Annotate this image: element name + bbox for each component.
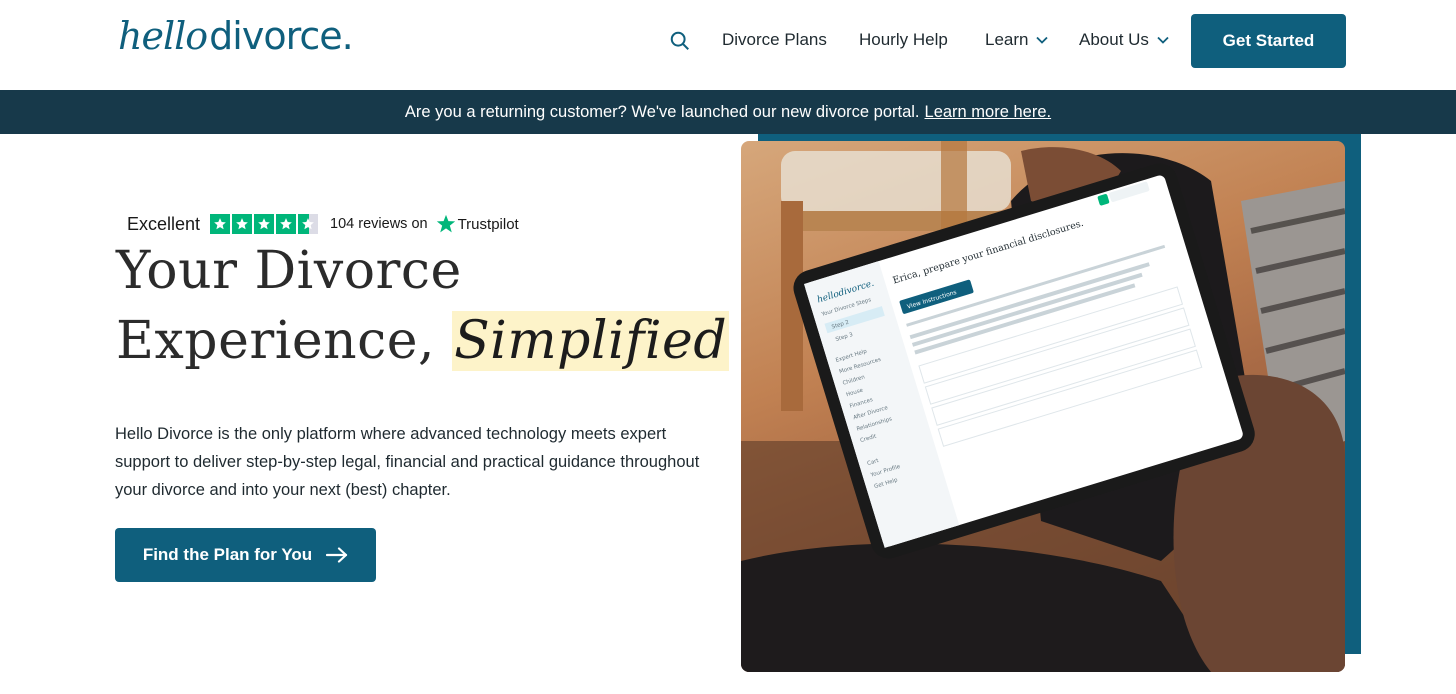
nav-learn[interactable]: Learn [985,30,1049,50]
nav-about-us-label: About Us [1079,30,1149,49]
hero-photo-illustration: hellodivorce. Your Divorce Steps Step 2 … [741,141,1345,672]
chevron-down-icon [1036,36,1049,44]
banner-learn-more-link[interactable]: Learn more here. [925,103,1052,122]
nav-hourly-help-label: Hourly Help [859,30,948,49]
banner-text: Are you a returning customer? We've laun… [404,102,920,121]
hero-photo: hellodivorce. Your Divorce Steps Step 2 … [741,141,1345,672]
trustpilot-widget[interactable]: Excellent 104 reviews on Trustpilot [127,213,519,235]
trustpilot-brand: Trustpilot [457,215,519,233]
trustpilot-stars [210,214,319,234]
trustpilot-reviews-count: 104 reviews on [330,216,428,232]
find-plan-button[interactable]: Find the Plan for You [115,528,376,582]
trustpilot-logo: Trustpilot [436,214,519,234]
star-icon [276,214,297,234]
nav-learn-label: Learn [985,30,1029,49]
star-icon [210,214,231,234]
search-icon[interactable] [669,30,691,52]
star-icon [254,214,275,234]
site-header: hello divorce . Divorce Plans Hourly Hel… [0,0,1456,90]
nav-hourly-help[interactable]: Hourly Help [859,30,948,50]
main-nav: Divorce Plans Hourly Help Learn About Us… [0,0,1456,80]
find-plan-button-label: Find the Plan for You [142,545,313,564]
get-started-button[interactable]: Get Started [1191,14,1346,68]
trustpilot-star-icon [436,214,455,233]
arrow-right-icon [326,547,348,563]
headline-highlight: Simplified [452,311,730,371]
headline-line-2: Experience, Simplified [116,306,730,376]
headline-line-1: Your Divorce [116,241,462,301]
half-star-icon [298,214,319,234]
hero-body-text: Hello Divorce is the only platform where… [115,425,700,499]
announcement-banner: Are you a returning customer? We've laun… [0,90,1456,134]
hero-headline: Your Divorce Experience, Simplified [116,236,730,376]
trustpilot-rating-label: Excellent [127,213,201,234]
headline-prefix: Experience, [116,311,436,371]
nav-about-us[interactable]: About Us [1079,30,1169,50]
nav-divorce-plans-label: Divorce Plans [722,30,827,49]
nav-divorce-plans[interactable]: Divorce Plans [722,30,827,50]
star-icon [232,214,253,234]
chevron-down-icon [1157,36,1169,44]
